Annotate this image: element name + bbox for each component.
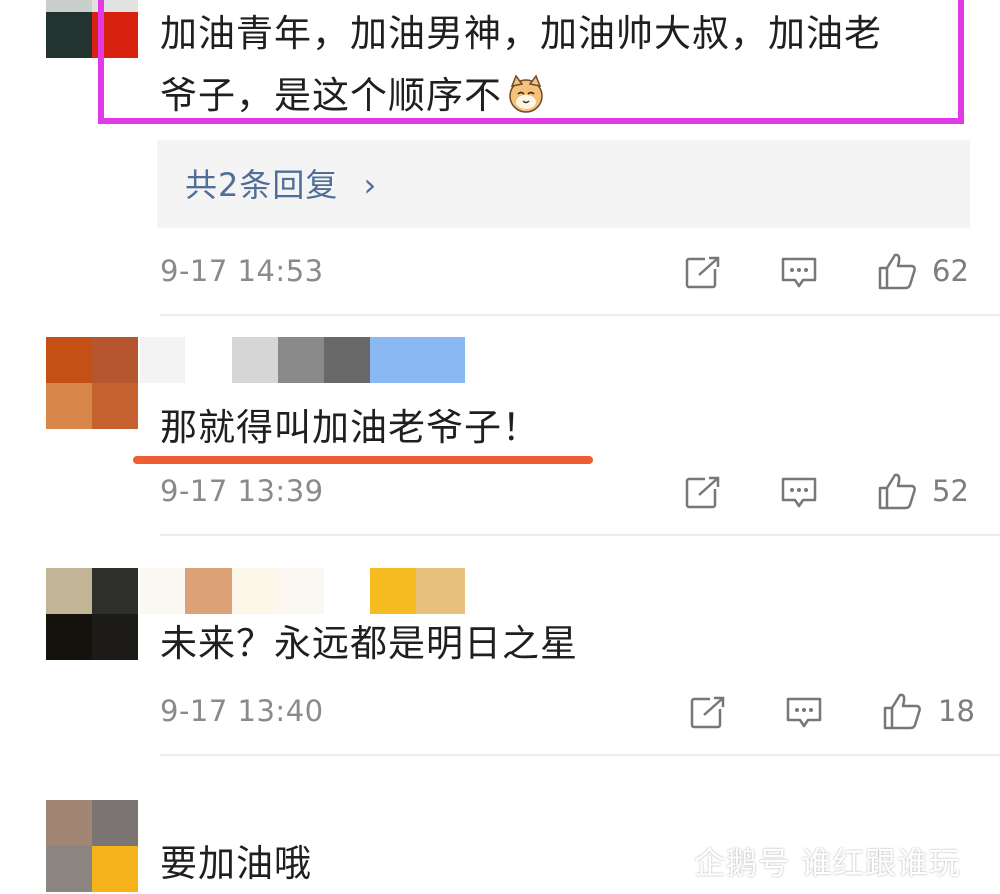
comment-text: 未来？永远都是明日之星 [160, 622, 578, 665]
comment-icon[interactable] [781, 256, 817, 290]
comment-icon[interactable] [786, 696, 822, 730]
underline-highlight [133, 456, 593, 464]
penguin-logo-icon [655, 844, 681, 877]
replies-panel[interactable]: 共2条回复 › [157, 140, 970, 228]
thumbs-up-icon[interactable] [877, 472, 917, 510]
divider [160, 314, 1000, 316]
like-count: 62 [932, 254, 969, 288]
share-icon[interactable] [685, 475, 721, 509]
username[interactable] [140, 568, 465, 614]
like-count: 18 [938, 694, 975, 728]
username[interactable] [140, 337, 465, 383]
comment-text: 那就得叫加油老爷子！ [160, 406, 540, 449]
comment-timestamp: 9-17 13:39 [160, 474, 324, 508]
share-icon[interactable] [690, 695, 726, 729]
comment-timestamp: 9-17 14:53 [160, 254, 324, 288]
comment-text: 要加油哦 [160, 842, 312, 885]
share-icon[interactable] [685, 255, 721, 289]
comment-timestamp: 9-17 13:40 [160, 694, 324, 728]
watermark: 企鹅号 谁红跟谁玩 [652, 838, 961, 883]
highlight-box [98, 0, 964, 124]
thumbs-up-icon[interactable] [877, 252, 917, 290]
like-count: 52 [932, 474, 969, 508]
chevron-right-icon: › [363, 166, 378, 204]
comment-icon[interactable] [781, 476, 817, 510]
avatar[interactable] [46, 568, 138, 660]
thumbs-up-icon[interactable] [882, 692, 922, 730]
divider [160, 754, 1000, 756]
divider [160, 534, 1000, 536]
avatar[interactable] [46, 337, 138, 429]
avatar[interactable] [46, 800, 138, 892]
view-replies-link[interactable]: 共2条回复 › [185, 160, 377, 206]
